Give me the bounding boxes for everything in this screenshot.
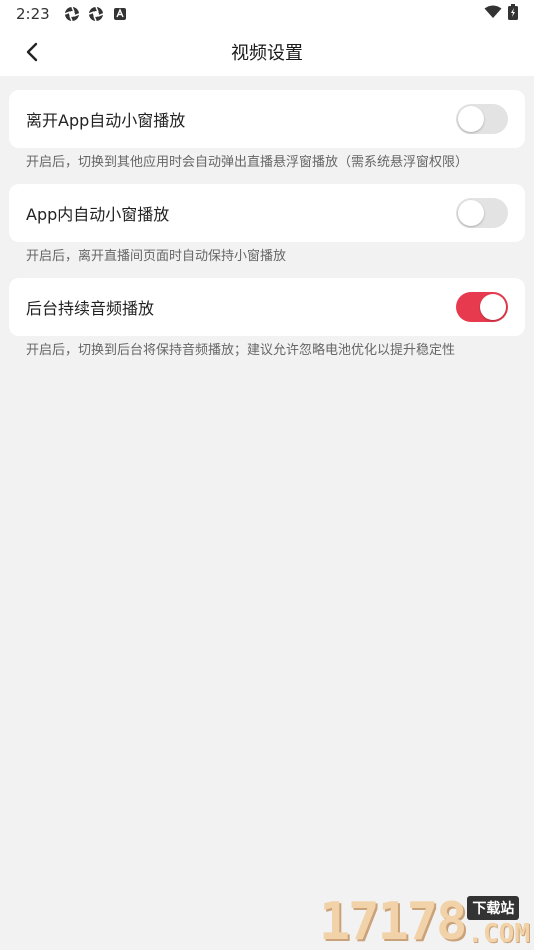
aperture-icon: [88, 6, 104, 22]
background-audio-toggle[interactable]: [456, 292, 508, 322]
status-right-icons: [484, 4, 518, 24]
page-title: 视频设置: [231, 43, 303, 64]
wifi-icon: [484, 5, 502, 23]
setting-row-background-audio: 后台持续音频播放: [9, 278, 525, 336]
watermark-suffix: .COM: [467, 919, 530, 949]
setting-hint: 开启后，切换到后台将保持音频播放；建议允许忽略电池优化以提升稳定性: [26, 343, 456, 358]
setting-row-pip-leave-app: 离开App自动小窗播放: [9, 90, 525, 148]
watermark-number: 17178: [318, 892, 468, 950]
watermark-side: 下载站 .COM: [467, 896, 530, 948]
status-time: 2:23: [16, 5, 50, 23]
pip-in-app-toggle[interactable]: [456, 198, 508, 228]
setting-hint: 开启后，离开直播间页面时自动保持小窗播放: [26, 249, 287, 264]
watermark-tag: 下载站: [467, 896, 520, 920]
toggle-knob: [458, 200, 484, 226]
back-button[interactable]: [18, 38, 46, 66]
aperture-icon: [64, 6, 80, 22]
pip-leave-app-toggle[interactable]: [456, 104, 508, 134]
toggle-knob: [480, 294, 506, 320]
chevron-left-icon: [26, 42, 38, 62]
site-watermark-logo: 17178 下载站 .COM: [319, 896, 530, 948]
app-bar: 视频设置: [0, 28, 534, 76]
setting-label: 后台持续音频播放: [26, 299, 155, 318]
setting-label: 离开App自动小窗播放: [26, 111, 186, 130]
settings-list: 离开App自动小窗播放 开启后，切换到其他应用时会自动弹出直播悬浮窗播放（需系统…: [0, 76, 534, 372]
setting-hint: 开启后，切换到其他应用时会自动弹出直播悬浮窗播放（需系统悬浮窗权限）: [26, 155, 469, 170]
status-bar: 2:23: [0, 0, 534, 28]
setting-row-pip-in-app: App内自动小窗播放: [9, 184, 525, 242]
app-badge-icon: [112, 6, 128, 22]
battery-charging-icon: [508, 4, 518, 24]
setting-label: App内自动小窗播放: [26, 205, 170, 224]
toggle-knob: [458, 106, 484, 132]
